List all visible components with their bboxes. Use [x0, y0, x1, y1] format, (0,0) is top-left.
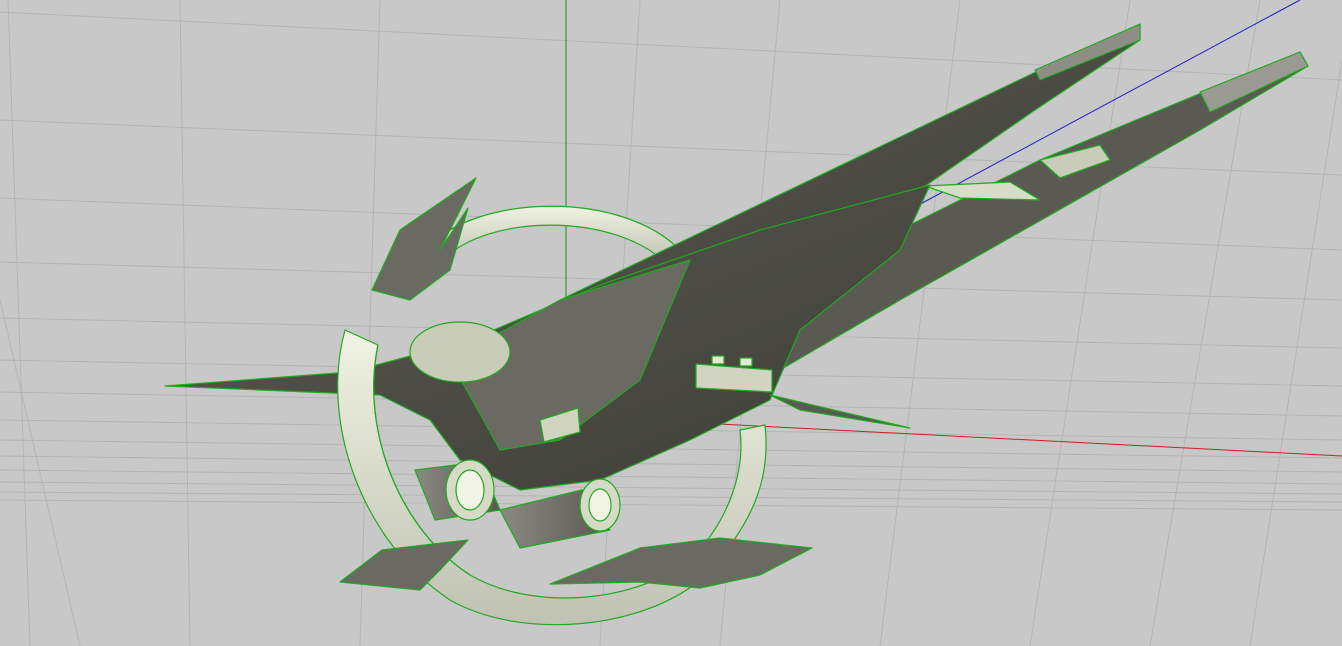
ring-back: [429, 205, 681, 263]
fin-bottom-right: [549, 537, 813, 589]
engine-core: [409, 321, 511, 383]
3d-viewport[interactable]: [0, 0, 1342, 646]
spaceship-model[interactable]: [164, 23, 1309, 626]
tail-spike: [769, 394, 911, 429]
engine-left: [414, 459, 501, 521]
lower-prong-tip: [1199, 51, 1309, 113]
viewport-canvas[interactable]: [0, 0, 1342, 646]
